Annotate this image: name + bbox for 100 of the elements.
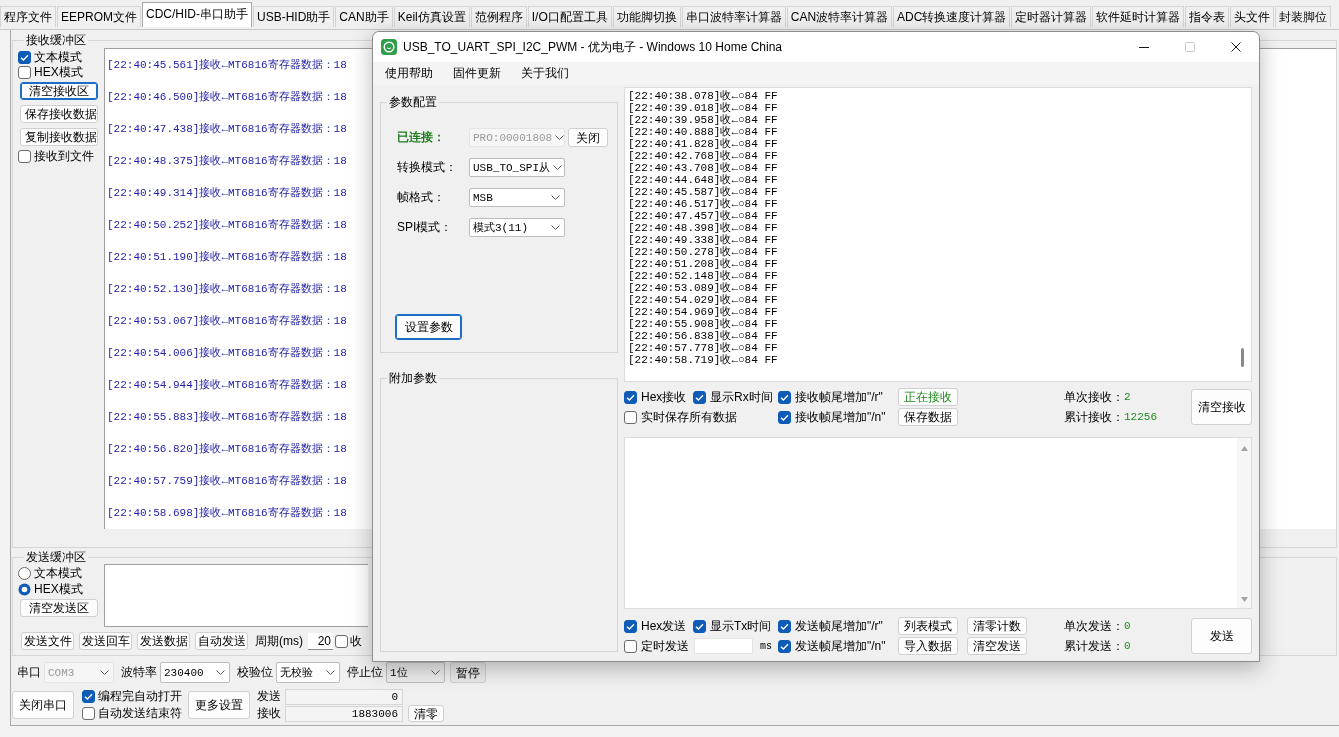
radio-label: HEX模式 — [34, 581, 83, 597]
log-line: [22:40:52.148]收←○84 FF — [628, 270, 778, 282]
button[interactable]: 列表模式 — [898, 617, 958, 635]
log-line: [22:40:51.208]收←○84 FF — [628, 258, 778, 270]
log-line: [22:40:47.438]接收←MT6816寄存器数据：18 — [107, 122, 347, 137]
dropdown[interactable]: MSB — [469, 188, 565, 207]
log-line: [22:40:54.029]收←○84 FF — [628, 294, 778, 306]
log-line: [22:40:55.908]收←○84 FF — [628, 318, 778, 330]
checkbox[interactable] — [778, 390, 791, 404]
interval-field[interactable] — [694, 638, 753, 654]
checkbox[interactable] — [82, 707, 95, 720]
checkbox[interactable] — [778, 639, 791, 653]
tab[interactable]: CAN助手 — [335, 6, 393, 27]
tab[interactable]: 软件延时计算器 — [1092, 6, 1185, 27]
more-settings-button[interactable]: 更多设置 — [188, 691, 250, 719]
menu-item[interactable]: 固件更新 — [453, 65, 501, 82]
tab[interactable]: 定时器计算器 — [1011, 6, 1092, 27]
field-label: SPI模式： — [397, 219, 454, 236]
checkbox[interactable] — [18, 51, 31, 64]
dropdown[interactable]: 1位 — [386, 662, 445, 683]
log-line: [22:40:46.500]接收←MT6816寄存器数据：18 — [107, 90, 347, 105]
tab[interactable]: ADC转换速度计算器 — [893, 6, 1011, 27]
button[interactable]: 发送回车 — [79, 632, 132, 650]
pause-button[interactable]: 暂停 — [450, 662, 486, 683]
menu-item[interactable]: 使用帮助 — [385, 65, 433, 82]
close-port-button[interactable]: 关闭串口 — [12, 691, 74, 719]
checkbox[interactable] — [18, 150, 31, 163]
chevron-down-icon — [553, 165, 562, 170]
dropdown[interactable]: 模式3(11) — [469, 218, 565, 237]
checkbox[interactable] — [624, 390, 637, 404]
checkbox-label: 接收到文件 — [34, 149, 94, 164]
checkbox[interactable] — [18, 66, 31, 79]
tab[interactable]: 功能脚切换 — [612, 6, 681, 27]
scrollbar-thumb[interactable] — [1241, 348, 1244, 367]
button[interactable]: 保存接收数据 — [20, 105, 98, 123]
tab[interactable]: 程序文件 — [0, 6, 56, 27]
unit-label: ms — [760, 640, 772, 652]
tab[interactable]: I/O口配置工具 — [527, 6, 612, 27]
button[interactable]: 正在接收 — [898, 388, 958, 406]
button[interactable]: 发送文件 — [21, 632, 74, 650]
status-label: 已连接： — [397, 129, 446, 146]
button[interactable]: 复制接收数据 — [20, 128, 98, 146]
reset-button[interactable]: 清零 — [408, 705, 444, 722]
close-icon — [1231, 42, 1241, 52]
dropdown[interactable]: 无校验 — [276, 662, 340, 683]
checkbox[interactable] — [624, 639, 637, 653]
button[interactable]: 清空发送 — [967, 637, 1027, 655]
dropdown[interactable]: 230400 — [160, 662, 230, 683]
menu-item[interactable]: 关于我们 — [521, 65, 569, 82]
checkbox[interactable] — [335, 634, 348, 648]
button[interactable]: 自动发送 — [195, 632, 248, 650]
tab[interactable]: 封装脚位 — [1275, 6, 1332, 27]
chevron-down-icon — [100, 670, 109, 675]
checkbox[interactable] — [693, 619, 706, 633]
logo-icon — [381, 39, 397, 55]
checkbox[interactable] — [693, 390, 706, 404]
dropdown[interactable]: USB_TO_SPI从 — [469, 158, 565, 177]
stat-label: 单次接收： — [1064, 388, 1124, 406]
checkbox-label: 编程完自动打开 — [98, 689, 182, 704]
log-line: [22:40:39.018]收←○84 FF — [628, 102, 778, 114]
stat-label: 单次发送： — [1064, 617, 1124, 635]
close-button[interactable]: 关闭 — [568, 128, 608, 147]
button[interactable]: 清空接收区 — [20, 82, 98, 100]
log-line: [22:40:56.820]接收←MT6816寄存器数据：18 — [107, 442, 347, 457]
tab[interactable]: 范例程序 — [470, 6, 527, 27]
send-button[interactable]: 发送 — [1191, 618, 1252, 654]
apply-button[interactable]: 设置参数 — [395, 314, 462, 340]
log-line: [22:40:58.698]接收←MT6816寄存器数据：18 — [107, 506, 347, 521]
send-text-area[interactable] — [104, 564, 368, 627]
tab[interactable]: USB-HID助手 — [253, 6, 335, 27]
tab[interactable]: EEPROM文件 — [57, 6, 141, 27]
clear-send-button[interactable]: 清空发送区 — [20, 599, 98, 617]
log-line: [22:40:44.648]收←○84 FF — [628, 174, 778, 186]
tab[interactable]: CDC/HID-串口助手 — [142, 2, 252, 27]
radio-button[interactable] — [18, 566, 31, 580]
checkbox[interactable] — [778, 619, 791, 633]
button[interactable]: 导入数据 — [898, 637, 958, 655]
log-line: [22:40:53.089]收←○84 FF — [628, 282, 778, 294]
window-title: USB_TO_UART_SPI_I2C_PWM - 优为电子 - Windows 10 Home China — [403, 38, 783, 56]
button[interactable]: 发送数据 — [137, 632, 190, 650]
tab[interactable]: 指令表 — [1185, 6, 1230, 27]
checkbox[interactable] — [624, 410, 637, 424]
group-title: 发送缓冲区 — [25, 550, 87, 564]
log-line: [22:40:56.838]收←○84 FF — [628, 330, 778, 342]
period-field[interactable]: 20 — [308, 632, 333, 650]
button[interactable]: 清零计数 — [967, 617, 1027, 635]
checkbox[interactable] — [778, 410, 791, 424]
checkbox-label: 发送帧尾增加"/n" — [795, 638, 886, 654]
button[interactable]: 保存数据 — [898, 408, 958, 426]
checkbox[interactable] — [82, 690, 95, 703]
tab[interactable]: CAN波特率计算器 — [786, 6, 893, 27]
tab[interactable]: 头文件 — [1230, 6, 1275, 27]
radio-button[interactable] — [18, 582, 31, 596]
log-line: [22:40:55.883]接收←MT6816寄存器数据：18 — [107, 410, 347, 425]
receive-text-area[interactable] — [624, 87, 1252, 382]
checkbox[interactable] — [624, 619, 637, 633]
tab[interactable]: 串口波特率计算器 — [681, 6, 786, 27]
log-line: [22:40:50.252]接收←MT6816寄存器数据：18 — [107, 218, 347, 233]
clear-receive-button[interactable]: 清空接收 — [1191, 389, 1252, 425]
tab[interactable]: Keil仿真设置 — [393, 6, 470, 27]
